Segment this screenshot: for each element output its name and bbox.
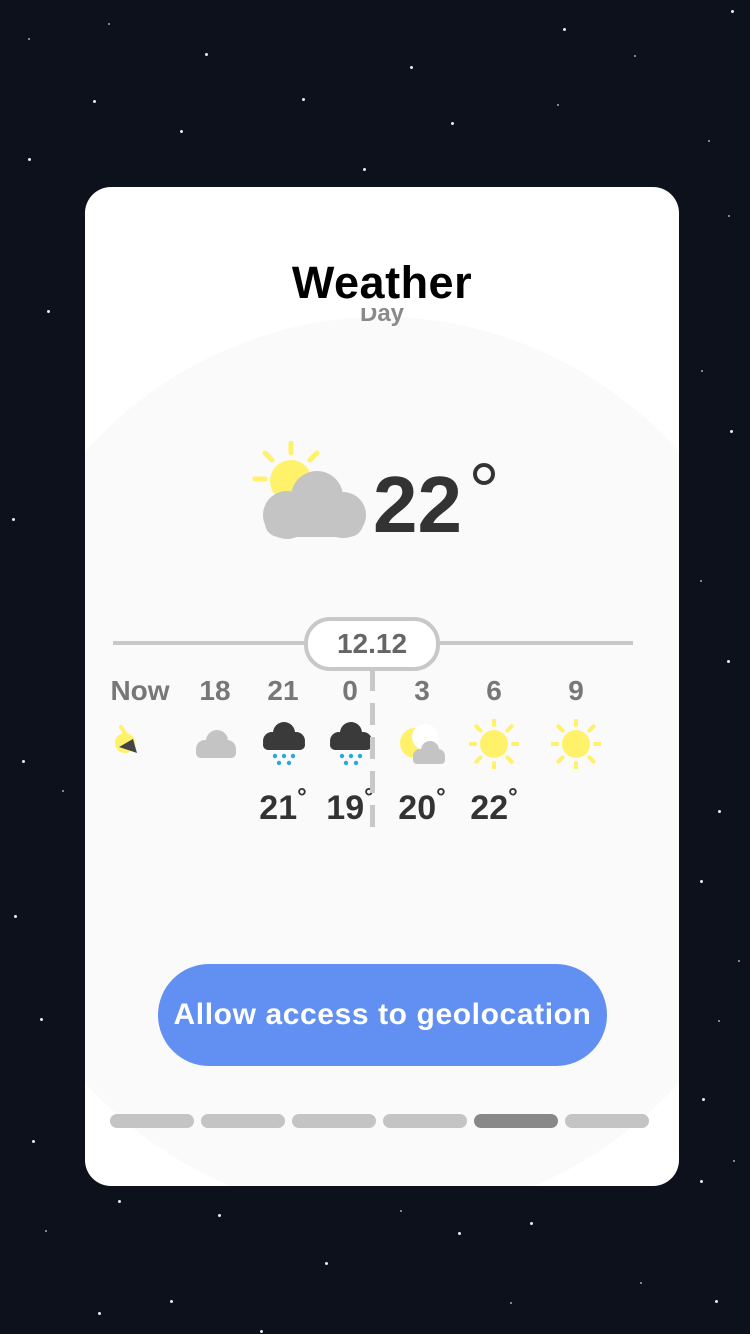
star xyxy=(715,1300,718,1303)
star xyxy=(363,168,366,171)
star xyxy=(733,1160,735,1162)
sun-icon xyxy=(467,717,521,771)
star xyxy=(28,158,31,161)
allow-geolocation-button[interactable]: Allow access to geolocation xyxy=(158,964,607,1066)
onboarding-card: Weather Day 22 12.12 Now 18 21 21° 0 19° 3 20° 6… xyxy=(85,187,679,1186)
degree-symbol: ° xyxy=(436,784,446,811)
page-dot xyxy=(110,1114,194,1128)
star xyxy=(40,1018,43,1021)
hour-label: 21 xyxy=(267,675,299,706)
hour-temperature: 21° xyxy=(248,784,318,828)
sun-icon xyxy=(549,717,603,771)
star xyxy=(634,55,636,57)
hour-temperature-value: 21 xyxy=(259,789,298,827)
page-dot xyxy=(292,1114,376,1128)
star xyxy=(93,100,96,103)
star xyxy=(62,790,64,792)
star xyxy=(302,98,305,101)
hour-temperature-value: 22 xyxy=(470,789,509,827)
degree-symbol: ° xyxy=(297,784,307,811)
hour-temperature: 22° xyxy=(459,784,529,828)
hour-temperature: 20° xyxy=(387,784,457,828)
hour-label: 9 xyxy=(568,675,584,706)
star xyxy=(218,1214,221,1217)
date-marker[interactable]: 12.12 xyxy=(304,617,440,671)
hour-label: Now xyxy=(110,675,170,706)
star xyxy=(640,1282,642,1284)
star xyxy=(708,140,710,142)
star xyxy=(563,28,566,31)
star xyxy=(510,1302,512,1304)
star xyxy=(98,1312,101,1315)
degree-ring-icon xyxy=(473,463,495,485)
star xyxy=(47,310,50,313)
page-dot xyxy=(565,1114,649,1128)
star xyxy=(205,53,208,56)
star xyxy=(731,10,734,13)
day-divider xyxy=(370,669,375,831)
star xyxy=(458,1232,461,1235)
star xyxy=(260,1330,263,1333)
star xyxy=(727,660,730,663)
star xyxy=(530,1222,533,1225)
cloud-icon xyxy=(190,719,240,769)
star xyxy=(718,1020,720,1022)
timeline-line-right xyxy=(430,641,633,645)
star xyxy=(700,580,702,582)
hour-label: 18 xyxy=(199,675,231,706)
star xyxy=(718,810,721,813)
star xyxy=(118,1200,121,1203)
star xyxy=(180,130,183,133)
hour-temperature-value: 19 xyxy=(326,789,365,827)
star xyxy=(410,66,413,69)
star xyxy=(28,38,30,40)
star xyxy=(451,122,454,125)
star xyxy=(701,370,703,372)
page-dot xyxy=(474,1114,558,1128)
sun-behind-cloud-icon xyxy=(252,441,366,539)
star xyxy=(32,1140,35,1143)
page-dot xyxy=(383,1114,467,1128)
hour-label: 3 xyxy=(414,675,430,706)
star xyxy=(14,915,17,918)
snow-cloud-icon xyxy=(325,719,375,769)
star xyxy=(700,880,703,883)
star xyxy=(45,1230,47,1232)
star xyxy=(700,1180,703,1183)
star xyxy=(22,760,25,763)
subtitle-clip: Day xyxy=(85,308,679,336)
hourly-forecast[interactable]: Now 18 21 21° 0 19° 3 20° 6 22° 9 xyxy=(110,665,655,845)
sun-icon-partial xyxy=(115,719,165,769)
current-temperature: 22 xyxy=(373,460,462,549)
page-title: Weather xyxy=(291,257,473,308)
timeline-line-left xyxy=(113,641,307,645)
star xyxy=(108,23,110,25)
star xyxy=(557,104,559,106)
hour-label: 6 xyxy=(486,675,502,706)
moon-cloud-icon xyxy=(397,719,447,769)
snow-cloud-icon xyxy=(258,719,308,769)
star xyxy=(702,1098,705,1101)
hour-temperature-value: 20 xyxy=(398,789,437,827)
star xyxy=(738,960,740,962)
star xyxy=(325,1262,328,1265)
star xyxy=(400,1210,402,1212)
star xyxy=(12,518,15,521)
page-subtitle: Day xyxy=(359,308,405,327)
star xyxy=(728,215,730,217)
star xyxy=(730,430,733,433)
page-dot xyxy=(201,1114,285,1128)
star xyxy=(170,1300,173,1303)
degree-symbol: ° xyxy=(508,784,518,811)
